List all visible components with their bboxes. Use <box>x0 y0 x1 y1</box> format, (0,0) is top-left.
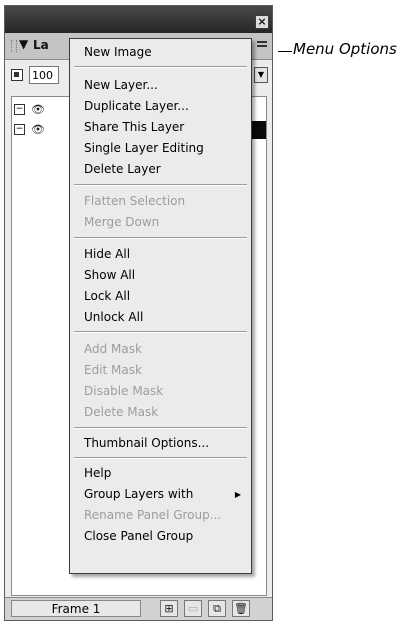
menu-separator <box>74 237 247 239</box>
menu-item-lock-all[interactable]: Lock All <box>84 286 130 306</box>
layer-mode-icon <box>11 69 23 81</box>
add-mask-icon[interactable]: ▭ <box>184 600 202 617</box>
expand-icon[interactable]: − <box>14 104 25 115</box>
expand-icon[interactable]: − <box>14 124 25 135</box>
menu-item-thumbnail-options[interactable]: Thumbnail Options... <box>84 433 209 453</box>
menu-item-disable-mask[interactable]: Disable Mask <box>84 381 163 401</box>
menu-item-hide-all[interactable]: Hide All <box>84 244 130 264</box>
panel-titlebar: × <box>5 6 272 33</box>
new-sublayer-icon[interactable]: ⊞ <box>160 600 178 617</box>
menu-item-share-layer[interactable]: Share This Layer <box>84 117 184 137</box>
menu-item-single-layer-editing[interactable]: Single Layer Editing <box>84 138 204 158</box>
menu-item-rename-panel-group[interactable]: Rename Panel Group... <box>84 505 221 525</box>
eye-icon[interactable]: 👁 <box>31 103 45 116</box>
menu-item-delete-layer[interactable]: Delete Layer <box>84 159 161 179</box>
menu-item-merge-down[interactable]: Merge Down <box>84 212 159 232</box>
menu-item-add-mask[interactable]: Add Mask <box>84 339 142 359</box>
menu-separator <box>74 184 247 186</box>
menu-item-show-all[interactable]: Show All <box>84 265 135 285</box>
panel-tab-label[interactable]: La <box>33 38 49 52</box>
callout-leader-line <box>278 51 292 52</box>
menu-item-close-panel-group[interactable]: Close Panel Group <box>84 526 193 546</box>
menu-separator <box>74 427 247 429</box>
submenu-arrow-icon: ▶ <box>234 490 241 499</box>
menu-separator <box>74 66 247 68</box>
menu-separator <box>74 457 247 459</box>
menu-item-flatten-selection[interactable]: Flatten Selection <box>84 191 185 211</box>
eye-icon[interactable]: 👁 <box>31 123 45 136</box>
menu-item-group-layers-with[interactable]: Group Layers with <box>84 484 193 504</box>
trash-icon[interactable]: 🗑 <box>232 600 250 617</box>
frame-selector[interactable]: Frame 1 <box>11 600 141 617</box>
menu-item-unlock-all[interactable]: Unlock All <box>84 307 143 327</box>
grip-icon[interactable] <box>11 40 17 52</box>
panel-bottom-bar: Frame 1 ⊞ ▭ ⧉ 🗑 <box>5 597 272 620</box>
menu-item-help[interactable]: Help <box>84 463 111 483</box>
menu-item-new-layer[interactable]: New Layer... <box>84 75 158 95</box>
close-button[interactable]: × <box>255 15 269 29</box>
menu-item-delete-mask[interactable]: Delete Mask <box>84 402 158 422</box>
menu-item-edit-mask[interactable]: Edit Mask <box>84 360 142 380</box>
new-layer-icon[interactable]: ⧉ <box>208 600 226 617</box>
collapse-arrow-icon[interactable]: ▼ <box>19 37 28 51</box>
menu-item-duplicate-layer[interactable]: Duplicate Layer... <box>84 96 189 116</box>
callout-label: Menu Options <box>293 40 397 58</box>
menu-options-icon[interactable] <box>257 41 267 51</box>
menu-item-new-image[interactable]: New Image <box>84 42 152 62</box>
opacity-field[interactable]: 100 <box>29 66 59 84</box>
blend-mode-dropdown[interactable]: ▼ <box>254 67 268 83</box>
menu-separator <box>74 331 247 333</box>
options-menu: New Image New Layer... Duplicate Layer..… <box>69 38 252 574</box>
